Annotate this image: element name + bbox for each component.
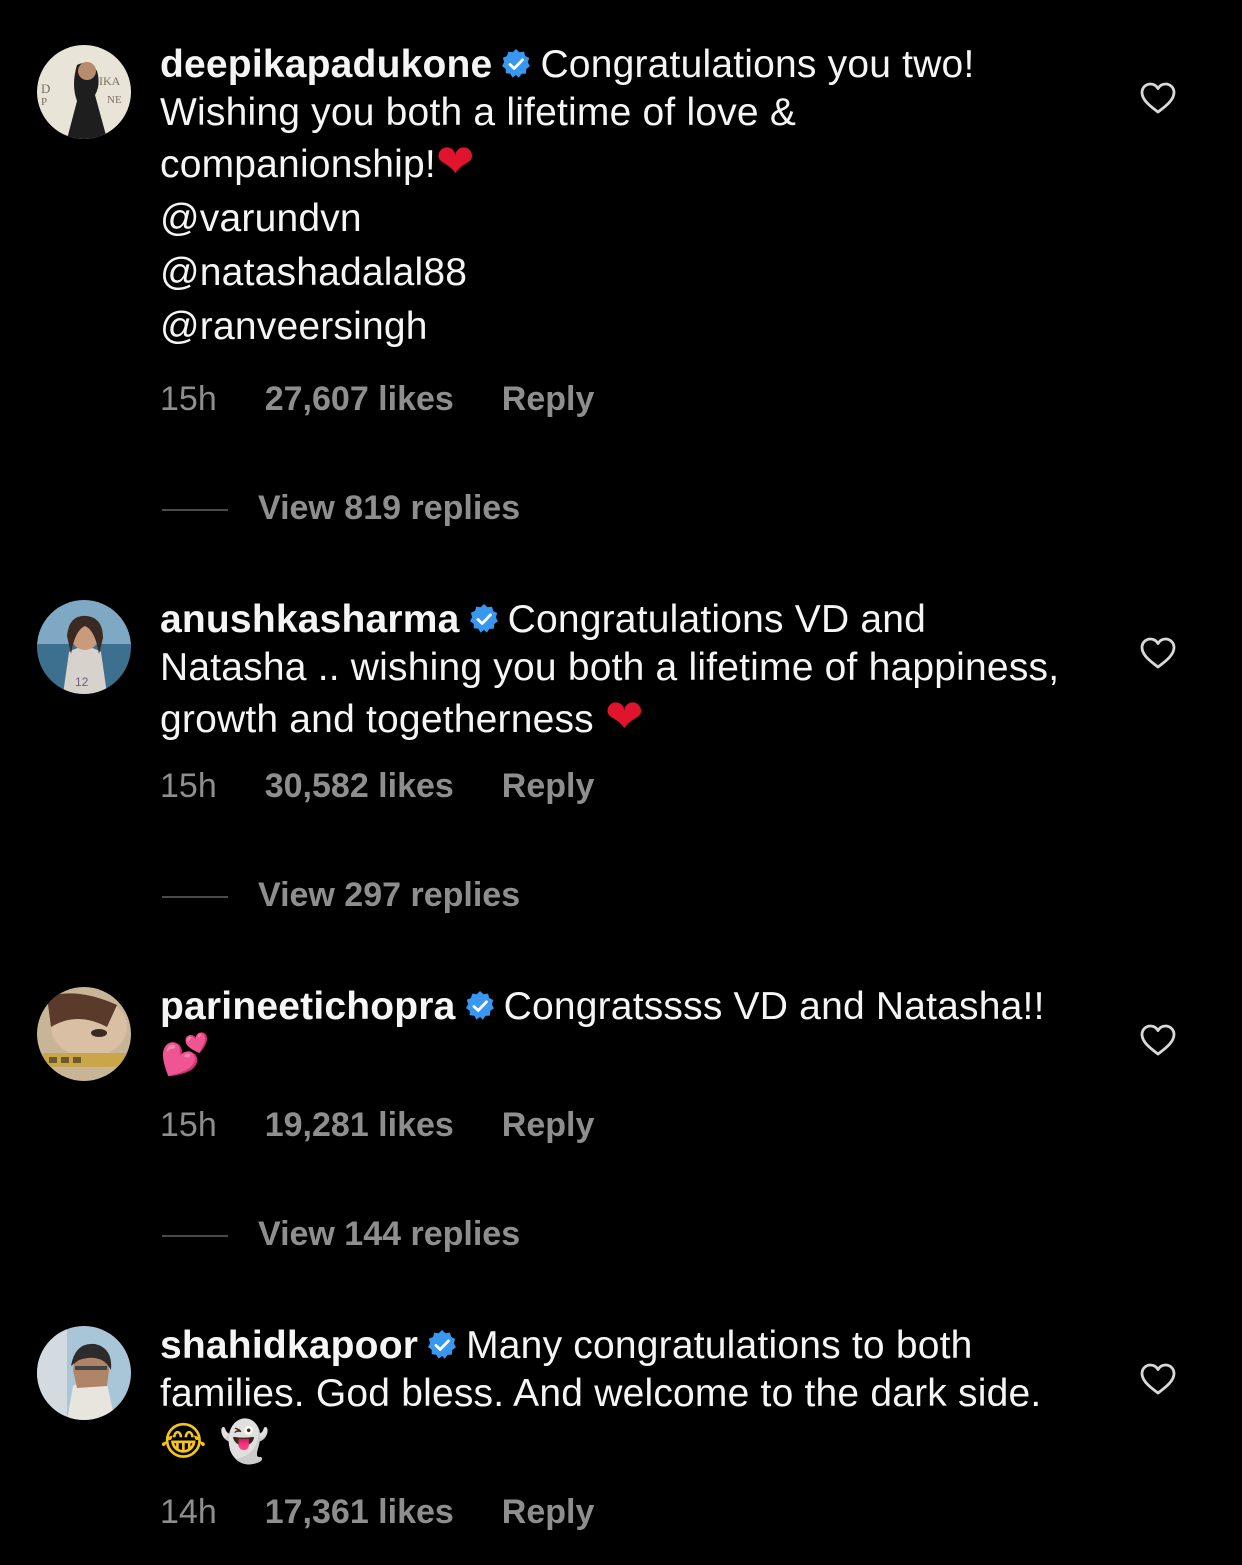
svg-text:NE: NE — [107, 94, 122, 106]
comment-text: parineetichopra Congratssss VD and Natash… — [160, 983, 1080, 1080]
svg-text:D: D — [41, 81, 50, 96]
heart-emoji: ❤ — [435, 134, 475, 188]
comment-text: anushkasharma Congratulations VD and Nata… — [160, 596, 1080, 744]
mention-link[interactable]: @varundvn — [160, 195, 1080, 243]
view-replies-button[interactable]: View 297 replies — [162, 876, 520, 915]
timestamp: 15h — [160, 767, 217, 805]
mention-link[interactable]: @natashadalal88 — [160, 249, 1080, 297]
comment-text: deepikapadukone Congratulations you two! … — [160, 41, 1080, 351]
mention-link[interactable]: @ranveersingh — [160, 303, 1080, 351]
timestamp: 15h — [160, 1106, 217, 1144]
two-hearts-emoji: 💕 — [160, 1032, 211, 1078]
verified-badge-icon — [469, 604, 498, 633]
svg-text:12: 12 — [75, 675, 89, 689]
reply-button[interactable]: Reply — [502, 1106, 595, 1144]
likes-count[interactable]: 19,281 likes — [265, 1106, 454, 1144]
comment-meta: 14h 17,361 likes Reply — [160, 1493, 594, 1532]
timestamp: 14h — [160, 1493, 217, 1531]
reply-button[interactable]: Reply — [502, 380, 595, 418]
username[interactable]: anushkasharma — [160, 598, 460, 641]
likes-count[interactable]: 30,582 likes — [265, 767, 454, 805]
svg-text:P: P — [41, 96, 47, 108]
verified-badge-icon — [502, 49, 531, 78]
username[interactable]: parineetichopra — [160, 985, 456, 1028]
divider — [162, 509, 228, 512]
comment-text: shahidkapoor Many congratulations to both… — [160, 1322, 1080, 1467]
divider — [162, 1235, 228, 1238]
avatar[interactable] — [37, 987, 131, 1081]
divider — [162, 896, 228, 899]
comment-meta: 15h 27,607 likes Reply — [160, 380, 594, 419]
reply-button[interactable]: Reply — [502, 1493, 595, 1531]
like-heart-icon[interactable] — [1139, 81, 1177, 115]
likes-count[interactable]: 17,361 likes — [265, 1493, 454, 1531]
heart-emoji: ❤ — [604, 689, 644, 743]
comment-meta: 15h 30,582 likes Reply — [160, 767, 594, 806]
like-heart-icon[interactable] — [1139, 1023, 1177, 1057]
laughing-ghost-emoji: 😂 👻 — [160, 1419, 270, 1465]
username[interactable]: shahidkapoor — [160, 1324, 418, 1367]
verified-badge-icon — [428, 1330, 457, 1359]
view-replies-button[interactable]: View 144 replies — [162, 1215, 520, 1254]
avatar[interactable] — [37, 1326, 131, 1420]
view-replies-button[interactable]: View 819 replies — [162, 489, 520, 528]
reply-button[interactable]: Reply — [502, 767, 595, 805]
like-heart-icon[interactable] — [1139, 636, 1177, 670]
comment-message: Congratssss VD and Natasha!! — [503, 985, 1045, 1028]
avatar[interactable]: D IKA P NE — [37, 45, 131, 139]
username[interactable]: deepikapadukone — [160, 43, 492, 86]
verified-badge-icon — [465, 991, 494, 1020]
svg-text:IKA: IKA — [99, 74, 121, 88]
comment-meta: 15h 19,281 likes Reply — [160, 1106, 594, 1145]
timestamp: 15h — [160, 380, 217, 418]
avatar[interactable]: 12 — [37, 600, 131, 694]
likes-count[interactable]: 27,607 likes — [265, 380, 454, 418]
like-heart-icon[interactable] — [1139, 1362, 1177, 1396]
